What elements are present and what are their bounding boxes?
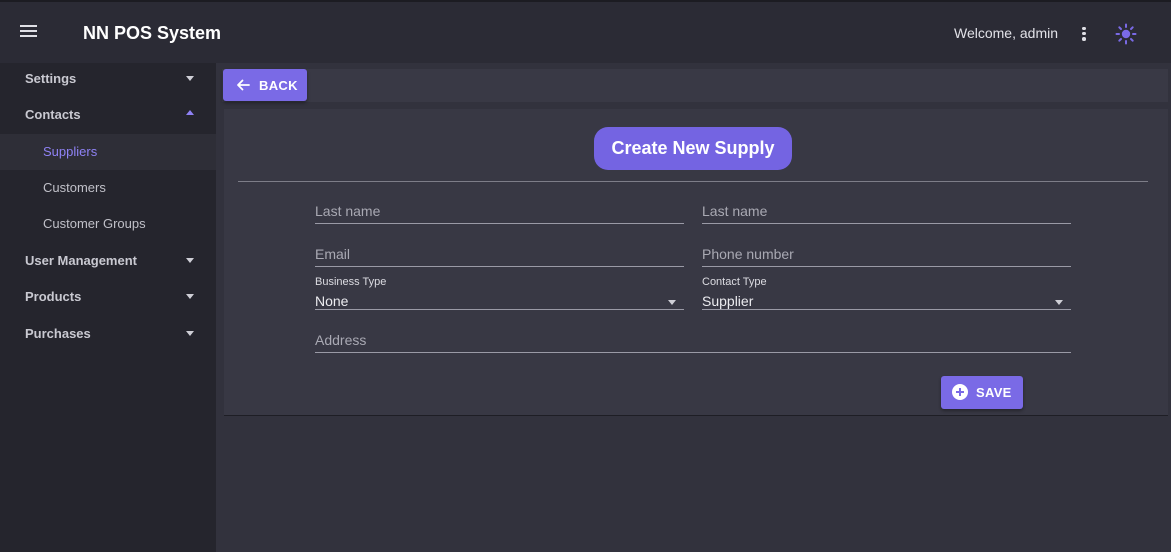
save-button-label: SAVE bbox=[976, 385, 1012, 400]
first-name-field[interactable]: Last name bbox=[315, 194, 684, 224]
sidebar-item-customer-groups[interactable]: Customer Groups bbox=[0, 206, 216, 242]
chevron-down-icon bbox=[186, 76, 194, 81]
create-supply-card: Create New Supply Last name Last name Em… bbox=[224, 109, 1168, 416]
back-button-label: BACK bbox=[259, 78, 298, 93]
more-vert-icon[interactable] bbox=[1076, 25, 1092, 43]
add-circle-icon bbox=[952, 384, 968, 400]
chevron-down-icon bbox=[186, 294, 194, 299]
chevron-down-icon bbox=[186, 258, 194, 263]
sidebar-item-settings[interactable]: Settings bbox=[0, 61, 216, 97]
sidebar-item-customers[interactable]: Customers bbox=[0, 170, 216, 206]
chevron-down-icon bbox=[186, 331, 194, 336]
sidebar-item-label: User Management bbox=[25, 253, 137, 268]
sidebar-item-suppliers[interactable]: Suppliers bbox=[0, 134, 216, 170]
sidebar-item-label: Customers bbox=[43, 180, 106, 195]
business-type-value: None bbox=[315, 293, 349, 309]
dropdown-arrow-icon bbox=[668, 300, 676, 305]
last-name-placeholder: Last name bbox=[702, 203, 768, 219]
contact-type-select[interactable]: Contact Type Supplier bbox=[702, 276, 1071, 310]
form-title: Create New Supply bbox=[594, 127, 792, 170]
contact-type-label: Contact Type bbox=[702, 276, 767, 288]
first-name-placeholder: Last name bbox=[315, 203, 381, 219]
welcome-text: Welcome, admin bbox=[954, 25, 1059, 41]
address-field[interactable]: Address bbox=[315, 323, 1071, 353]
address-placeholder: Address bbox=[315, 332, 367, 348]
app-title: NN POS System bbox=[83, 23, 222, 43]
toolbar-strip bbox=[222, 69, 1168, 102]
email-field[interactable]: Email bbox=[315, 237, 684, 267]
sidebar-item-label: Purchases bbox=[25, 326, 91, 341]
save-button[interactable]: SAVE bbox=[941, 376, 1023, 409]
divider bbox=[238, 181, 1148, 182]
sidebar-item-products[interactable]: Products bbox=[0, 279, 216, 315]
sidebar-item-label: Settings bbox=[25, 71, 77, 86]
sidebar-item-contacts[interactable]: Contacts bbox=[0, 97, 216, 133]
top-app-bar: NN POS System Welcome, admin bbox=[0, 0, 1171, 63]
dropdown-arrow-icon bbox=[1055, 300, 1063, 305]
sidebar-item-label: Contacts bbox=[25, 107, 81, 122]
hamburger-menu-icon[interactable] bbox=[20, 22, 46, 44]
sidebar-item-user-management[interactable]: User Management bbox=[0, 243, 216, 279]
sidebar-item-label: Customer Groups bbox=[43, 216, 146, 231]
phone-number-field[interactable]: Phone number bbox=[702, 237, 1071, 267]
email-placeholder: Email bbox=[315, 246, 351, 262]
sidebar-item-purchases[interactable]: Purchases bbox=[0, 316, 216, 352]
chevron-up-icon bbox=[186, 110, 194, 115]
back-button[interactable]: BACK bbox=[223, 69, 307, 101]
theme-toggle-sun-icon[interactable] bbox=[1115, 23, 1137, 45]
business-type-select[interactable]: Business Type None bbox=[315, 276, 684, 310]
sidebar-item-label: Suppliers bbox=[43, 144, 98, 159]
sidebar-item-label: Products bbox=[25, 289, 82, 304]
contact-type-value: Supplier bbox=[702, 293, 754, 309]
last-name-field[interactable]: Last name bbox=[702, 194, 1071, 224]
business-type-label: Business Type bbox=[315, 276, 387, 288]
sidebar: Settings Contacts Suppliers Customers Cu… bbox=[0, 63, 216, 552]
phone-number-placeholder: Phone number bbox=[702, 246, 794, 262]
arrow-left-icon bbox=[237, 79, 250, 91]
